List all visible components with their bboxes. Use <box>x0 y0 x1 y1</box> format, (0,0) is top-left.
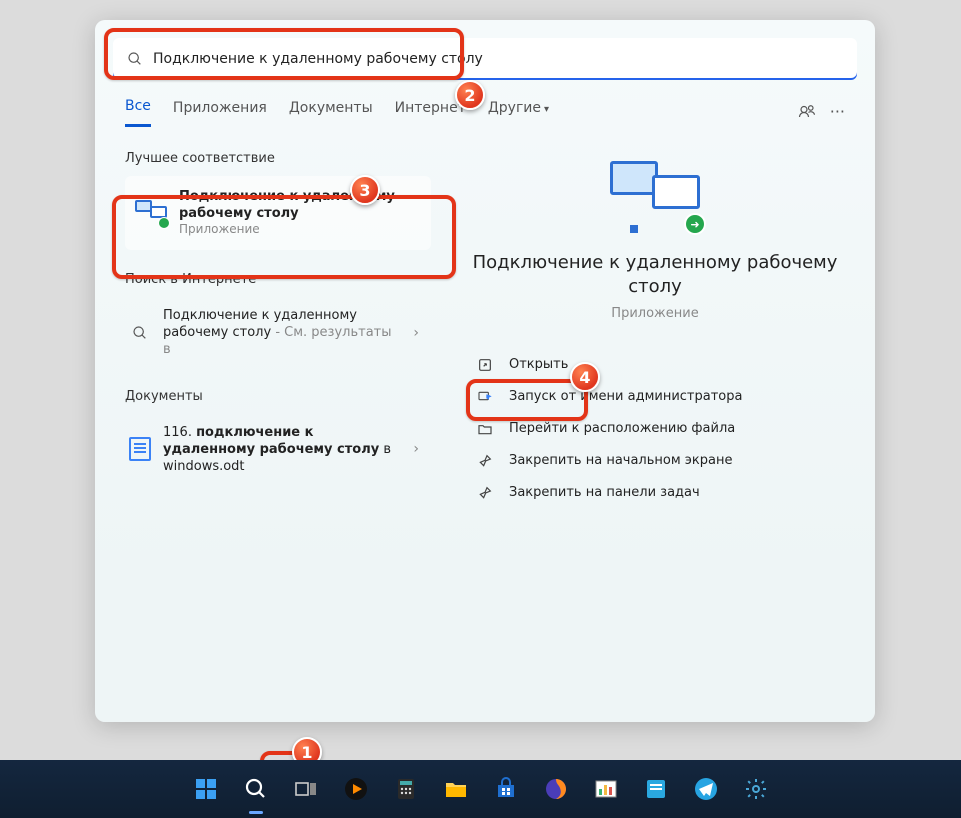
annotation-callout-4: 4 <box>570 362 600 392</box>
action-run-admin[interactable]: Запуск от имени администратора <box>467 381 843 413</box>
taskbar-telegram[interactable] <box>686 769 726 809</box>
preview-subtitle: Приложение <box>455 306 855 321</box>
best-match-result[interactable]: Подключение к удаленному рабочему столу … <box>125 176 431 250</box>
taskbar-settings[interactable] <box>736 769 776 809</box>
document-icon <box>129 438 151 460</box>
admin-shield-icon <box>477 389 495 405</box>
rdp-large-icon: ➜ <box>610 161 700 233</box>
action-open[interactable]: Открыть <box>467 349 843 381</box>
tab-documents[interactable]: Документы <box>289 100 373 126</box>
best-match-text: Подключение к удаленному рабочему столу … <box>179 188 421 238</box>
taskbar-chart-app[interactable] <box>586 769 626 809</box>
document-result-text: 116. подключение к удаленному рабочему с… <box>163 424 401 475</box>
web-search-result[interactable]: Подключение к удаленному рабочему столу … <box>125 297 431 368</box>
taskbar-search[interactable] <box>236 769 276 809</box>
start-button[interactable] <box>186 769 226 809</box>
rdp-app-icon <box>135 197 167 229</box>
taskbar-app-blue[interactable] <box>636 769 676 809</box>
task-view-button[interactable] <box>286 769 326 809</box>
preview-title: Подключение к удаленному рабочему столу <box>455 251 855 300</box>
chevron-right-icon: › <box>413 325 419 341</box>
search-bar[interactable] <box>113 38 857 80</box>
taskbar-calculator[interactable] <box>386 769 426 809</box>
best-match-label: Лучшее соответствие <box>125 151 431 166</box>
taskbar <box>0 760 961 818</box>
tab-all[interactable]: Все <box>125 98 151 127</box>
search-icon <box>129 322 151 344</box>
filter-tabs: Все Приложения Документы Интернет Другие… <box>95 80 875 127</box>
search-icon <box>127 51 143 67</box>
documents-label: Документы <box>125 389 431 404</box>
chevron-right-icon: › <box>413 441 419 457</box>
action-pin-start[interactable]: Закрепить на начальном экране <box>467 445 843 477</box>
taskbar-file-explorer[interactable] <box>436 769 476 809</box>
account-icon[interactable] <box>798 102 816 124</box>
taskbar-firefox[interactable] <box>536 769 576 809</box>
tab-web[interactable]: Интернет <box>395 100 466 126</box>
tab-more[interactable]: Другие▾ <box>488 100 549 126</box>
document-result[interactable]: 116. подключение к удаленному рабочему с… <box>125 414 431 485</box>
chevron-down-icon: ▾ <box>544 104 549 115</box>
action-pin-taskbar[interactable]: Закрепить на панели задач <box>467 477 843 509</box>
web-result-text: Подключение к удаленному рабочему столу … <box>163 307 401 358</box>
taskbar-microsoft-store[interactable] <box>486 769 526 809</box>
annotation-callout-3: 3 <box>350 175 380 205</box>
pin-icon <box>477 453 495 469</box>
windows-search-panel: Все Приложения Документы Интернет Другие… <box>95 20 875 722</box>
tab-apps[interactable]: Приложения <box>173 100 267 126</box>
annotation-callout-2: 2 <box>455 80 485 110</box>
web-search-label: Поиск в Интернете <box>125 272 431 287</box>
search-input[interactable] <box>153 51 843 67</box>
open-icon <box>477 357 495 373</box>
action-open-location[interactable]: Перейти к расположению файла <box>467 413 843 445</box>
more-options-icon[interactable]: ··· <box>830 102 845 124</box>
taskbar-media-player[interactable] <box>336 769 376 809</box>
folder-icon <box>477 421 495 437</box>
pin-icon <box>477 485 495 501</box>
